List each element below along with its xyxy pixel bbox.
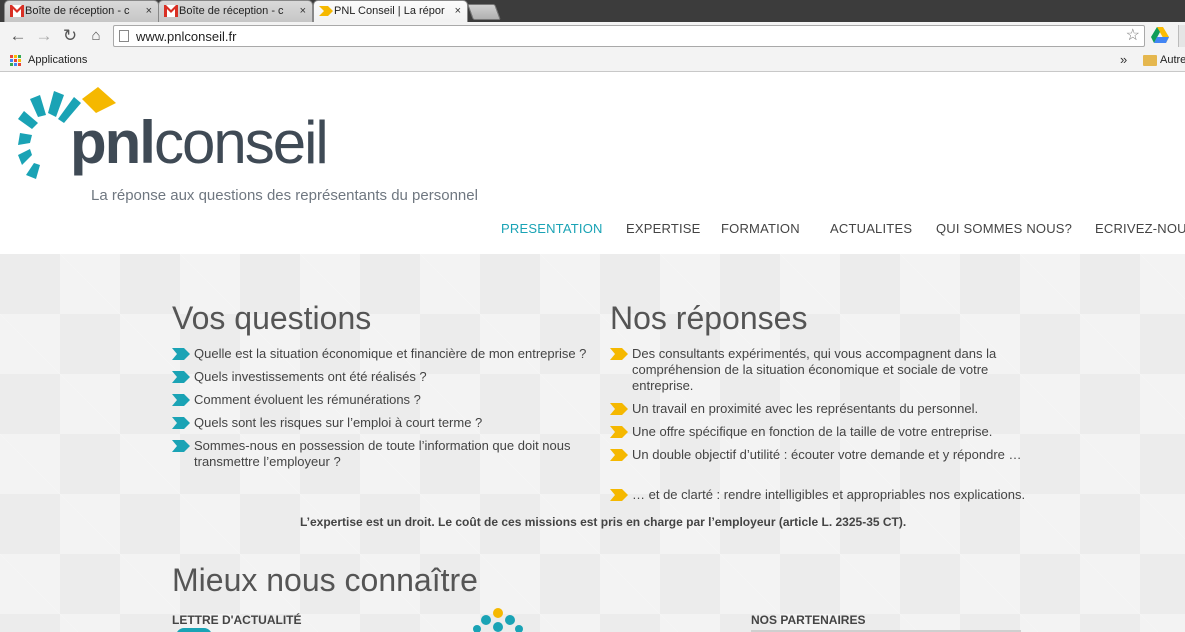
- question-item: Quelle est la situation économique et fi…: [194, 346, 587, 361]
- team-people-icon: [473, 608, 523, 632]
- tab-close-button[interactable]: ×: [300, 1, 306, 22]
- page-icon: [119, 30, 129, 42]
- browser-toolbar: ← → ↻ ⌂ www.pnlconseil.fr ☆: [0, 22, 1185, 50]
- nav-ecrivez-nous[interactable]: ECRIVEZ-NOUS: [1095, 221, 1185, 241]
- forward-arrow-icon[interactable]: →: [34, 26, 54, 46]
- browser-tabstrip: Boîte de réception - c × Boîte de récept…: [0, 0, 1185, 23]
- answer-item: Des consultants expérimentés, qui vous a…: [632, 346, 997, 393]
- questions-title: Vos questions: [172, 300, 372, 336]
- legal-notice: L’expertise est un droit. Le coût de ces…: [300, 515, 907, 529]
- newsletter-heading: LETTRE D'ACTUALITÉ: [172, 613, 302, 627]
- nav-actualites[interactable]: ACTUALITES: [830, 221, 912, 241]
- answer-item: Une offre spécifique en fonction de la t…: [632, 424, 993, 439]
- folder-icon: [1143, 55, 1157, 66]
- gmail-icon: [10, 5, 24, 17]
- gmail-icon: [164, 5, 178, 17]
- teal-arrow-bullet-icon: [172, 417, 190, 429]
- gold-arrow-bullet-icon: [610, 426, 628, 438]
- question-item: Quels sont les risques sur l’emploi à co…: [194, 415, 483, 430]
- question-item: Comment évoluent les rémunérations ?: [194, 392, 421, 407]
- logo-wordmark: pnlconseil: [70, 109, 329, 176]
- gold-arrow-bullet-icon: [610, 348, 628, 360]
- new-tab-button[interactable]: [467, 4, 501, 20]
- bookmarks-bar: Applications » Autre: [0, 50, 1185, 72]
- pnl-icon: [319, 6, 333, 16]
- url-text[interactable]: www.pnlconseil.fr: [136, 29, 236, 44]
- address-bar[interactable]: www.pnlconseil.fr ☆: [113, 25, 1145, 47]
- bookmark-applications[interactable]: Applications: [28, 54, 87, 66]
- tab-gmail-2[interactable]: Boîte de réception - c ×: [158, 0, 313, 22]
- gold-arrow-bullet-icon: [610, 403, 628, 415]
- nav-qui-sommes-nous[interactable]: QUI SOMMES NOUS?: [936, 221, 1072, 241]
- tab-close-button[interactable]: ×: [455, 1, 461, 22]
- bookmark-other-folder[interactable]: Autre: [1160, 54, 1185, 66]
- answer-item: … et de clarté : rendre intelligibles et…: [632, 487, 1026, 502]
- bookmarks-overflow-button[interactable]: »: [1120, 52, 1127, 67]
- logo-tagline: La réponse aux questions des représentan…: [91, 187, 478, 204]
- back-arrow-icon[interactable]: ←: [8, 26, 28, 46]
- answers-title: Nos réponses: [610, 300, 808, 336]
- answer-item: Un travail en proximité avec les représe…: [632, 401, 979, 416]
- browser-menu-button[interactable]: [1178, 25, 1185, 47]
- gold-arrow-bullet-icon: [610, 489, 628, 501]
- about-title: Mieux nous connaître: [172, 562, 478, 598]
- question-item: Sommes-nous en possession de toute l’inf…: [194, 438, 571, 469]
- nav-formation[interactable]: FORMATION: [721, 221, 800, 241]
- question-item: Quels investissements ont été réalisés ?: [194, 369, 427, 384]
- apps-grid-icon[interactable]: [10, 55, 22, 67]
- bookmark-star-icon[interactable]: ☆: [1126, 26, 1140, 46]
- answer-item: Un double objectif d’utilité : écouter v…: [632, 447, 1022, 462]
- teal-arrow-bullet-icon: [172, 394, 190, 406]
- tab-close-button[interactable]: ×: [146, 1, 152, 22]
- site-header: pnlconseil La réponse aux questions des …: [0, 73, 1185, 254]
- home-icon[interactable]: ⌂: [86, 26, 106, 46]
- tab-title: Boîte de réception - c: [179, 5, 284, 17]
- teal-arrow-bullet-icon: [172, 371, 190, 383]
- tab-gmail-1[interactable]: Boîte de réception - c ×: [4, 0, 159, 22]
- partners-heading: NOS PARTENAIRES: [751, 613, 866, 627]
- main-content: Vos questions Quelle est la situation éc…: [0, 254, 1185, 632]
- tab-pnl-conseil[interactable]: PNL Conseil | La répor ×: [313, 0, 468, 23]
- nav-expertise[interactable]: EXPERTISE: [626, 221, 701, 241]
- gold-arrow-bullet-icon: [610, 449, 628, 461]
- newsletter-icon: [176, 628, 212, 632]
- tab-title: PNL Conseil | La répor: [334, 5, 445, 17]
- nav-presentation[interactable]: PRESENTATION: [501, 221, 603, 241]
- google-drive-icon[interactable]: [1151, 27, 1169, 43]
- teal-arrow-bullet-icon: [172, 348, 190, 360]
- reload-icon[interactable]: ↻: [60, 26, 80, 46]
- teal-arrow-bullet-icon: [172, 440, 190, 452]
- tab-title: Boîte de réception - c: [25, 5, 130, 17]
